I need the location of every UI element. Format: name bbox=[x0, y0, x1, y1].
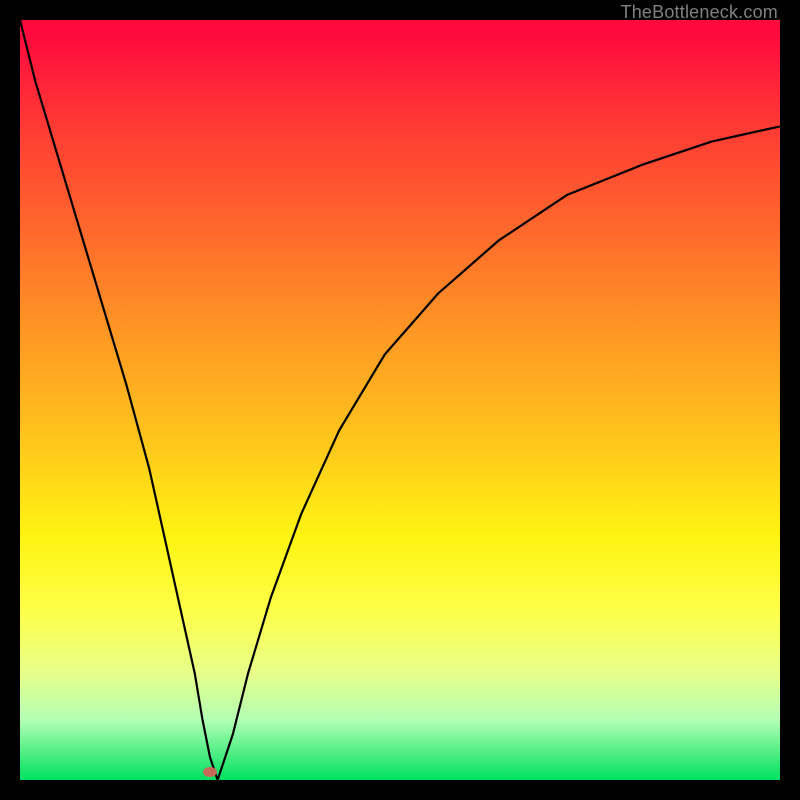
vertex-marker bbox=[203, 767, 217, 777]
bottleneck-curve bbox=[20, 20, 780, 780]
plot-area bbox=[20, 20, 780, 780]
curve-path bbox=[20, 20, 780, 780]
chart-frame: TheBottleneck.com bbox=[0, 0, 800, 800]
